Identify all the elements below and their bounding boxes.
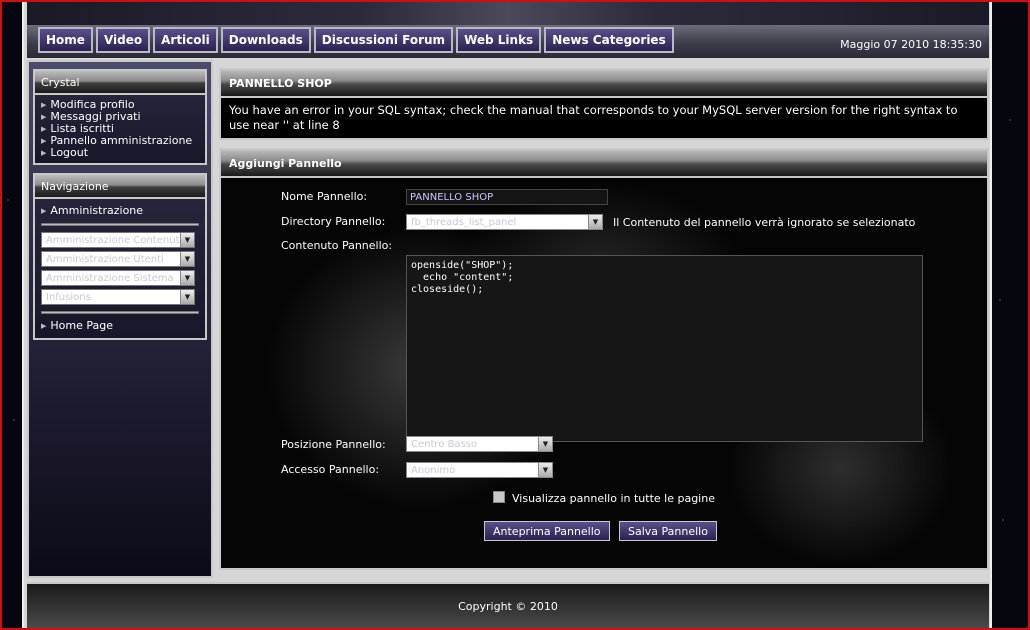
- datetime: Maggio 07 2010 18:35:30: [840, 38, 982, 51]
- all-pages-label: Visualizza pannello in tutte le pagine: [512, 492, 715, 505]
- nav-video[interactable]: Video: [95, 27, 151, 53]
- position-label: Posizione Pannello:: [281, 438, 386, 451]
- panel-content-textarea[interactable]: openside("SHOP"); echo "content"; closes…: [406, 255, 923, 442]
- select-value: Centro Basso: [411, 438, 478, 450]
- main-content: PANNELLO SHOP You have an error in your …: [219, 68, 989, 578]
- link-label: Amministrazione: [50, 204, 144, 217]
- link-label: Logout: [50, 146, 89, 159]
- arrow-right-icon: ▶: [41, 207, 47, 215]
- select-amministrazione-contenuti[interactable]: Amministrazione Contenuti ▼: [41, 232, 195, 248]
- user-panel-body: ▶ Modifica profilo ▶ Messaggi privati ▶ Lis…: [33, 95, 207, 165]
- user-panel-title: Crystal: [33, 69, 207, 95]
- content-label: Contenuto Pannello:: [281, 239, 393, 252]
- arrow-right-icon: ▶: [41, 322, 47, 330]
- divider: [41, 311, 199, 314]
- directory-select[interactable]: fb_threads_list_panel ▼: [406, 214, 603, 230]
- select-amministrazione-utenti[interactable]: Amministrazione Utenti ▼: [41, 251, 195, 267]
- footer: Copyright © 2010: [27, 582, 989, 628]
- chevron-down-icon: ▼: [538, 437, 552, 451]
- nav-downloads[interactable]: Downloads: [220, 27, 311, 53]
- sidebar: Crystal ▶ Modifica profilo ▶ Messaggi priv…: [27, 60, 213, 578]
- chevron-down-icon: ▼: [180, 290, 194, 304]
- select-value: Amministrazione Utenti: [46, 253, 164, 265]
- chevron-down-icon: ▼: [538, 463, 552, 477]
- link-logout[interactable]: ▶ Logout: [41, 147, 199, 159]
- preview-button[interactable]: Anteprima Pannello: [484, 521, 610, 541]
- directory-label: Directory Pannello:: [281, 215, 386, 228]
- nav-panel-title: Navigazione: [33, 173, 207, 199]
- panel-name-input[interactable]: PANNELLO SHOP: [406, 189, 608, 205]
- error-box: PANNELLO SHOP You have an error in your …: [219, 68, 989, 140]
- arrow-right-icon: ▶: [41, 101, 47, 109]
- select-value: Infusions: [46, 291, 91, 303]
- nav-panel-body: ▶ Amministrazione Amministrazione Contenu…: [33, 199, 207, 340]
- add-panel-title: Aggiungi Pannello: [221, 150, 987, 178]
- chevron-down-icon: ▼: [180, 271, 194, 285]
- name-label: Nome Pannello:: [281, 190, 368, 203]
- add-panel-form: Nome Pannello: PANNELLO SHOP Directory P…: [221, 178, 987, 568]
- arrow-right-icon: ▶: [41, 113, 47, 121]
- divider: [41, 223, 199, 226]
- select-infusions[interactable]: Infusions ▼: [41, 289, 195, 305]
- position-select[interactable]: Centro Basso ▼: [406, 436, 553, 452]
- add-panel-box: Aggiungi Pannello Nome Pannello: PANNELL…: [219, 148, 989, 570]
- nav-home[interactable]: Home: [38, 27, 93, 53]
- copyright: Copyright © 2010: [458, 599, 558, 613]
- save-button[interactable]: Salva Pannello: [619, 521, 717, 541]
- arrow-right-icon: ▶: [41, 125, 47, 133]
- nav-panel: Navigazione ▶ Amministrazione Amministraz…: [33, 173, 207, 340]
- link-label: Home Page: [50, 319, 114, 332]
- nav-weblinks[interactable]: Web Links: [456, 27, 542, 53]
- chevron-down-icon: ▼: [588, 215, 602, 229]
- site-container: Home Video Articoli Downloads Discussion…: [22, 0, 992, 630]
- nav-news-categories[interactable]: News Categories: [544, 27, 674, 53]
- select-value: fb_threads_list_panel: [411, 216, 517, 228]
- chevron-down-icon: ▼: [180, 252, 194, 266]
- access-select[interactable]: Anonimo ▼: [406, 462, 553, 478]
- error-box-title: PANNELLO SHOP: [221, 70, 987, 98]
- user-panel: Crystal ▶ Modifica profilo ▶ Messaggi priv…: [33, 69, 207, 165]
- select-value: Amministrazione Contenuti: [46, 234, 180, 246]
- arrow-right-icon: ▶: [41, 137, 47, 145]
- all-pages-checkbox[interactable]: [493, 491, 505, 503]
- nav-forum[interactable]: Discussioni Forum: [313, 27, 454, 53]
- link-amministrazione[interactable]: ▶ Amministrazione: [41, 205, 199, 217]
- directory-note: Il Contenuto del pannello verrà ignorato…: [613, 216, 916, 229]
- access-label: Accesso Pannello:: [281, 463, 380, 476]
- nav-articoli[interactable]: Articoli: [153, 27, 218, 53]
- arrow-right-icon: ▶: [41, 149, 47, 157]
- main-nav: Home Video Articoli Downloads Discussion…: [38, 27, 674, 53]
- select-value: Amministrazione Sistema: [46, 272, 174, 284]
- select-amministrazione-sistema[interactable]: Amministrazione Sistema ▼: [41, 270, 195, 286]
- chevron-down-icon: ▼: [180, 233, 194, 247]
- link-home-page[interactable]: ▶ Home Page: [41, 320, 199, 332]
- select-value: Anonimo: [411, 464, 456, 476]
- error-message: You have an error in your SQL syntax; ch…: [221, 98, 987, 138]
